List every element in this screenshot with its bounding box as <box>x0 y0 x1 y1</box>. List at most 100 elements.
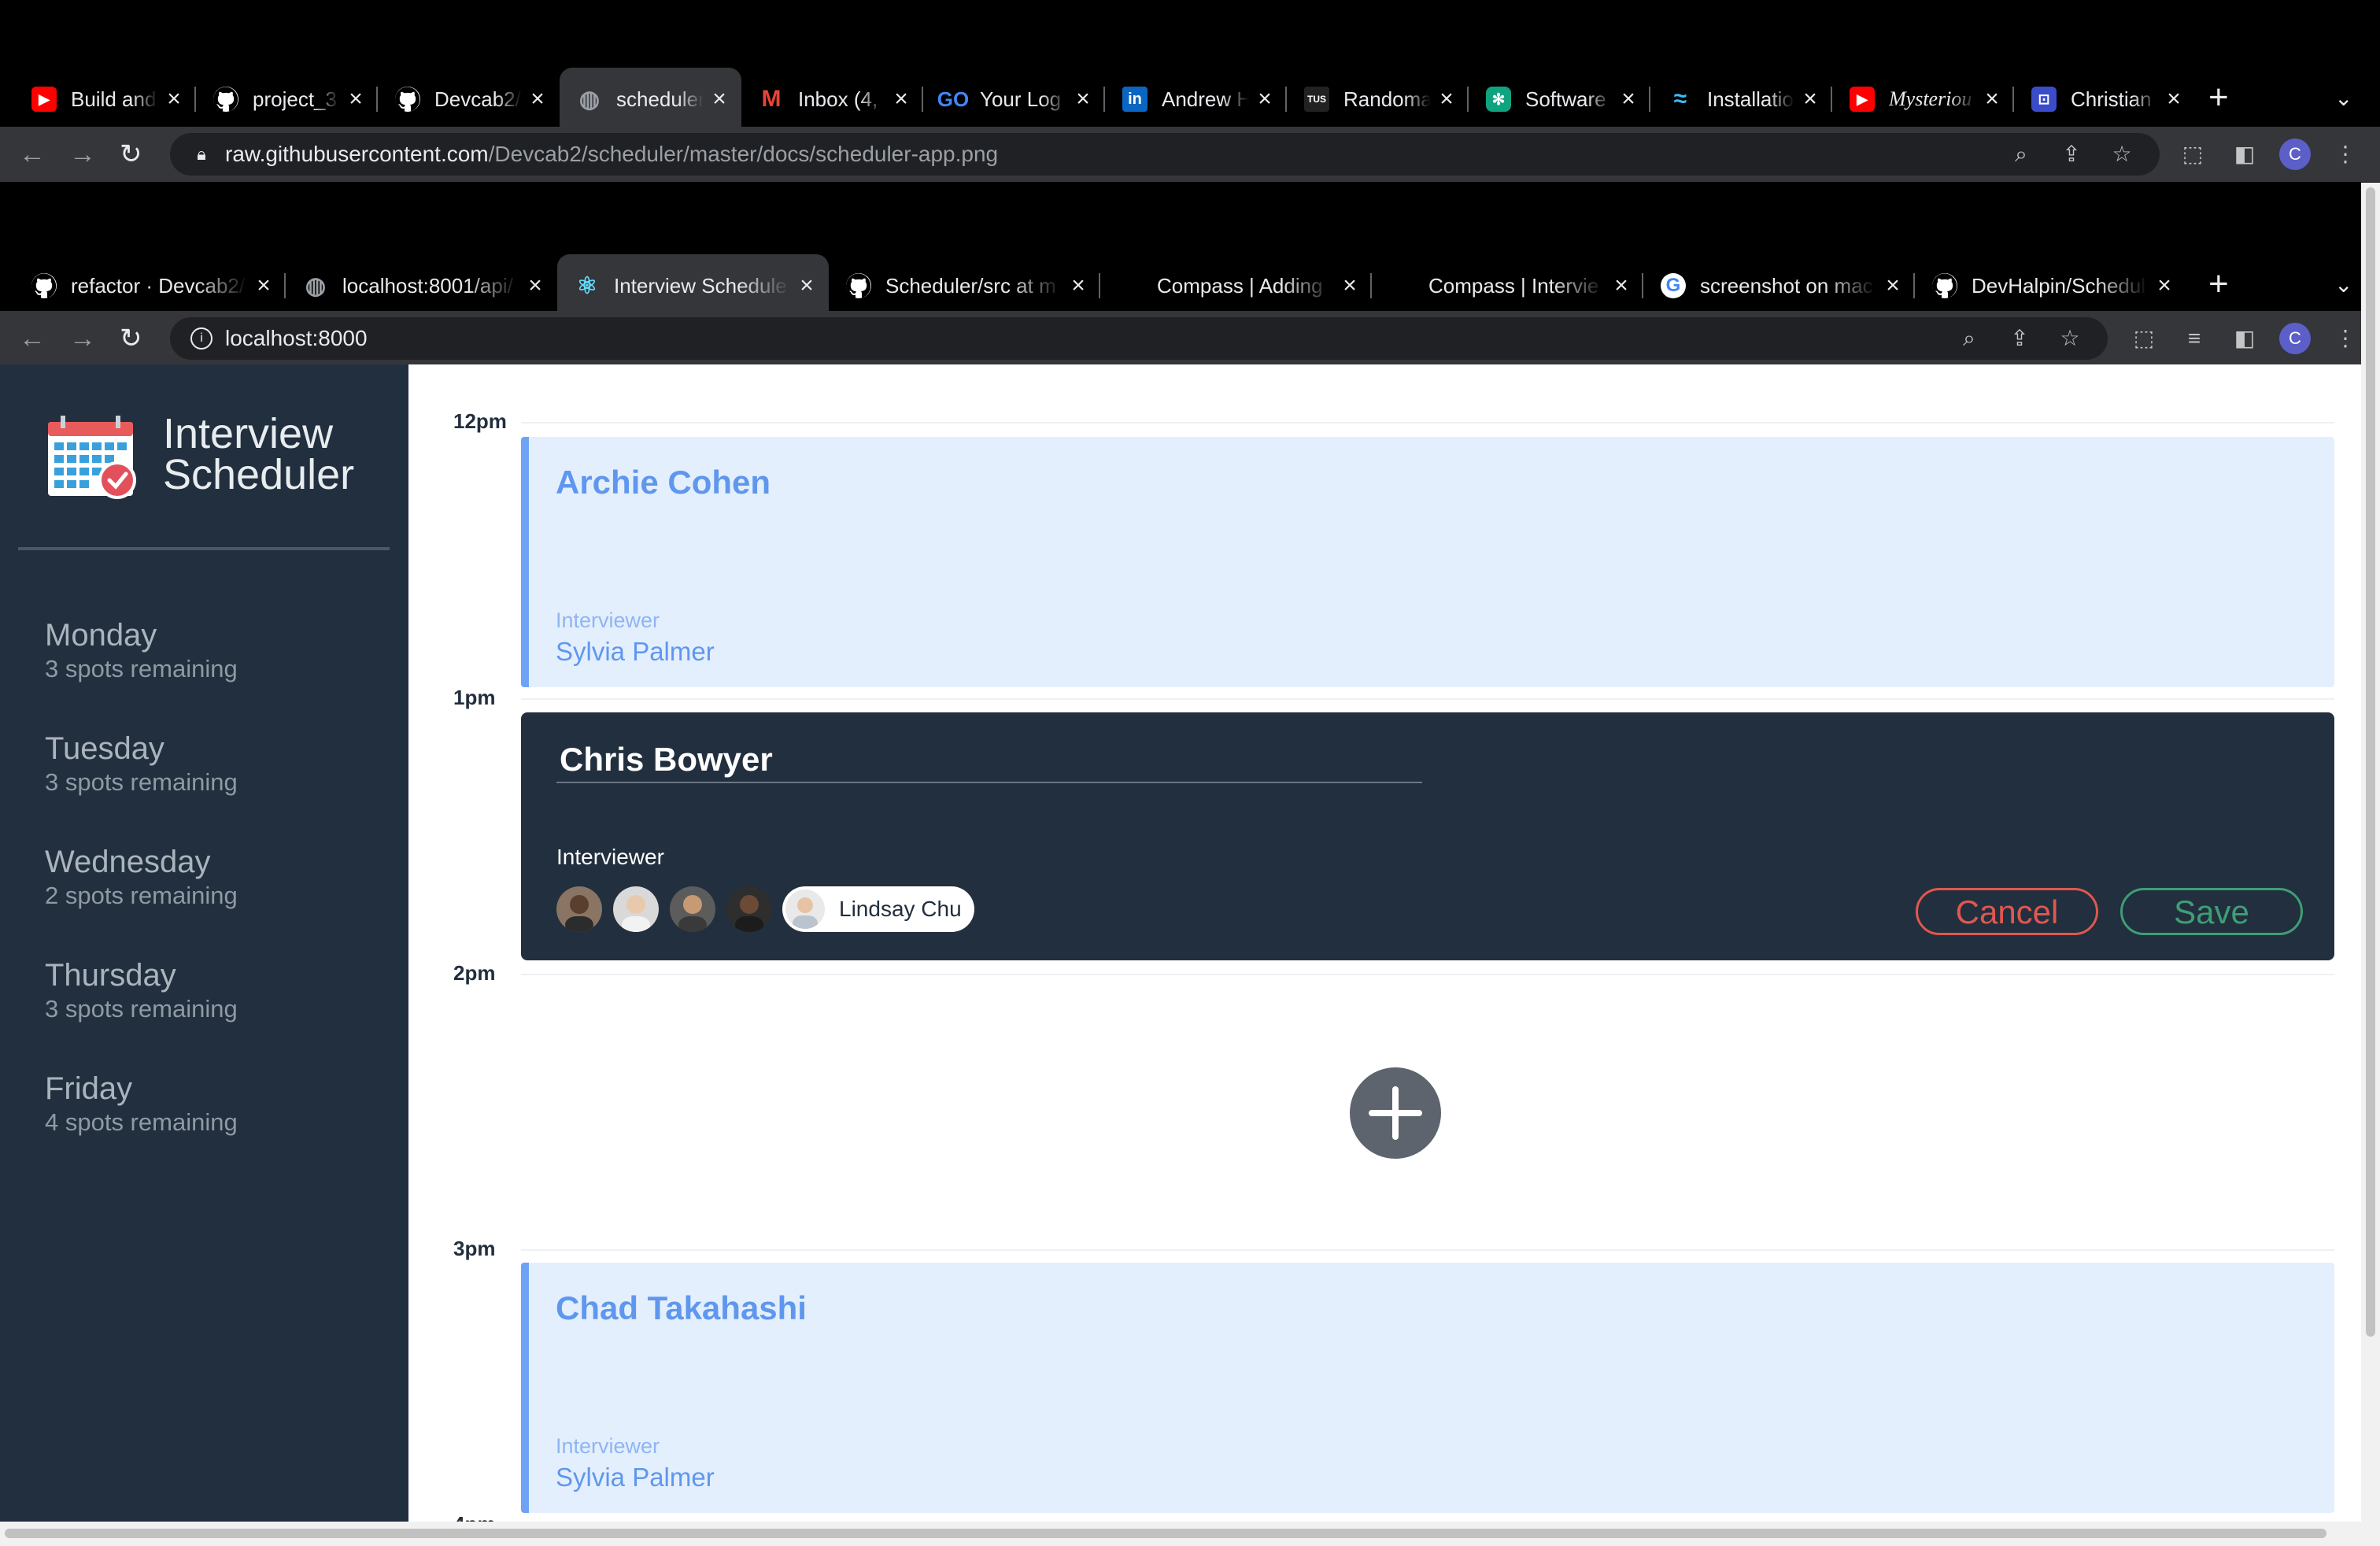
scrollbar-thumb[interactable] <box>2366 187 2375 1337</box>
menu-icon[interactable]: ⋮ <box>2331 140 2360 168</box>
outer-address-bar[interactable]: 🔒︎ raw.githubusercontent.com/Devcab2/sch… <box>170 133 2160 176</box>
interviewer-avatar[interactable] <box>556 886 602 932</box>
star-icon[interactable]: ☆ <box>2108 140 2136 168</box>
compass-icon <box>1118 273 1143 298</box>
share-icon[interactable]: ⇪ <box>2005 324 2034 353</box>
reload-icon[interactable]: ↻ <box>120 135 142 174</box>
chevron-down-icon[interactable]: ⌄ <box>2334 272 2352 298</box>
day-spots: 2 spots remaining <box>45 882 238 909</box>
back-icon[interactable]: ← <box>19 135 46 174</box>
interviewer-avatar[interactable] <box>670 886 715 932</box>
close-icon[interactable]: × <box>704 86 735 113</box>
add-appointment-button[interactable] <box>1350 1067 1441 1159</box>
star-icon[interactable]: ☆ <box>2056 324 2084 353</box>
appointment-card[interactable]: Archie Cohen Interviewer Sylvia Palmer <box>521 437 2334 687</box>
close-icon[interactable]: × <box>248 272 279 299</box>
close-icon[interactable]: × <box>1606 272 1637 299</box>
inner-address-bar[interactable]: i localhost:8000 ⌕ ⇪ ☆ <box>170 317 2108 360</box>
side-panel-icon[interactable]: ◧ <box>2230 324 2259 353</box>
save-button[interactable]: Save <box>2120 888 2303 935</box>
close-icon[interactable]: × <box>340 86 371 113</box>
zoom-icon[interactable]: ⌕ <box>1955 324 1983 353</box>
close-icon[interactable]: × <box>2149 272 2180 299</box>
inner-tab-3[interactable]: Scheduler/src at m × <box>829 254 1100 317</box>
tab-title: localhost:8001/api/ <box>342 273 513 298</box>
outer-tab-5[interactable]: GO Your Log × <box>923 68 1105 131</box>
inner-tab-6[interactable]: G screenshot on mac × <box>1643 254 1915 317</box>
info-icon[interactable]: i <box>190 327 213 350</box>
new-tab-icon[interactable]: + <box>2208 80 2229 115</box>
outer-tab-9[interactable]: ≈ Installatio × <box>1650 68 1832 131</box>
close-icon[interactable]: × <box>2158 86 2190 113</box>
tab-title: scheduler <box>616 87 704 111</box>
inner-toolbar: ← → ↻ i localhost:8000 ⌕ ⇪ ☆ ⬚ ≡ ◧ C ⋮ <box>0 311 2361 366</box>
cancel-button[interactable]: Cancel <box>1916 888 2098 935</box>
forward-icon[interactable]: → <box>69 135 96 174</box>
compass-icon <box>1389 273 1414 298</box>
back-icon[interactable]: ← <box>19 319 46 358</box>
close-icon[interactable]: × <box>1062 272 1094 299</box>
chevron-down-icon[interactable]: ⌄ <box>2334 85 2352 111</box>
day-spots: 4 spots remaining <box>45 1108 238 1136</box>
interviewer-avatar[interactable] <box>613 886 659 932</box>
outer-tab-6[interactable]: in Andrew H × <box>1105 68 1287 131</box>
inner-tab-1[interactable]: ◍ localhost:8001/api/ × <box>286 254 557 317</box>
day-item-thursday[interactable]: Thursday 3 spots remaining <box>45 956 238 1024</box>
student-name-input[interactable]: Chris Bowyer <box>556 736 1422 783</box>
close-icon[interactable]: × <box>1613 86 1644 113</box>
youtube-icon: ▶ <box>1850 87 1875 112</box>
forward-icon[interactable]: → <box>69 319 96 358</box>
close-icon[interactable]: × <box>1976 86 2008 113</box>
close-icon[interactable]: × <box>1334 272 1366 299</box>
menu-icon[interactable]: ⋮ <box>2331 324 2360 353</box>
inner-tab-5[interactable]: Compass | Intervie × <box>1372 254 1643 317</box>
close-icon[interactable]: × <box>519 272 551 299</box>
share-icon[interactable]: ⇪ <box>2057 140 2086 168</box>
close-icon[interactable]: × <box>522 86 553 113</box>
outer-tab-1[interactable]: project_3 × <box>196 68 378 131</box>
interviewer-avatar[interactable] <box>726 886 772 932</box>
close-icon[interactable]: × <box>1067 86 1099 113</box>
extensions-icon[interactable]: ⬚ <box>2130 324 2158 353</box>
vertical-scrollbar[interactable] <box>2361 183 2380 1522</box>
close-icon[interactable]: × <box>1249 86 1281 113</box>
extensions-icon[interactable]: ⬚ <box>2179 140 2207 168</box>
day-item-tuesday[interactable]: Tuesday 3 spots remaining <box>45 730 238 797</box>
side-panel-icon[interactable]: ◧ <box>2230 140 2259 168</box>
day-item-wednesday[interactable]: Wednesday 2 spots remaining <box>45 843 238 911</box>
close-icon[interactable]: × <box>1794 86 1826 113</box>
selected-interviewer[interactable]: Lindsay Chu <box>782 886 974 932</box>
zoom-icon[interactable]: ⌕ <box>2007 140 2035 168</box>
outer-tab-8[interactable]: ✻ Software × <box>1469 68 1650 131</box>
tab-title: Compass | Adding <box>1157 273 1323 298</box>
inner-tab-4[interactable]: Compass | Adding × <box>1100 254 1372 317</box>
calendar-logo-icon <box>48 416 136 499</box>
profile-avatar[interactable]: C <box>2279 323 2311 354</box>
close-icon[interactable]: × <box>158 86 190 113</box>
profile-avatar[interactable]: C <box>2279 139 2311 170</box>
outer-tab-2[interactable]: Devcab2/ × <box>378 68 560 131</box>
reload-icon[interactable]: ↻ <box>120 319 142 358</box>
outer-tab-7[interactable]: TUS Randoma × <box>1287 68 1469 131</box>
horizontal-scrollbar[interactable] <box>0 1522 2380 1546</box>
outer-tab-0[interactable]: ▶ Build and × <box>14 68 196 131</box>
day-item-monday[interactable]: Monday 3 spots remaining <box>45 616 238 684</box>
inner-tab-2-active[interactable]: ⚛ Interview Schedule × <box>557 254 829 317</box>
outer-tab-11[interactable]: ⊡ Christian × <box>2014 68 2196 131</box>
media-icon[interactable]: ≡ <box>2180 324 2208 353</box>
scrollbar-thumb[interactable] <box>5 1529 2326 1538</box>
close-icon[interactable]: × <box>791 272 822 299</box>
app-title-line1: Interview <box>163 410 334 457</box>
inner-tab-0[interactable]: refactor · Devcab2/ × <box>14 254 286 317</box>
outer-tab-4[interactable]: M Inbox (4, × <box>741 68 923 131</box>
outer-tab-3-active[interactable]: ◍ scheduler × <box>560 68 741 131</box>
close-icon[interactable]: × <box>1877 272 1909 299</box>
inner-tab-7[interactable]: DevHalpin/Schedul × <box>1915 254 2186 317</box>
day-item-friday[interactable]: Friday 4 spots remaining <box>45 1070 238 1137</box>
day-spots: 3 spots remaining <box>45 995 238 1023</box>
close-icon[interactable]: × <box>1431 86 1462 113</box>
new-tab-icon[interactable]: + <box>2208 267 2229 301</box>
appointment-card[interactable]: Chad Takahashi Interviewer Sylvia Palmer <box>521 1263 2334 1513</box>
close-icon[interactable]: × <box>885 86 917 113</box>
outer-tab-10[interactable]: ▶ Mysteriou × <box>1832 68 2014 131</box>
